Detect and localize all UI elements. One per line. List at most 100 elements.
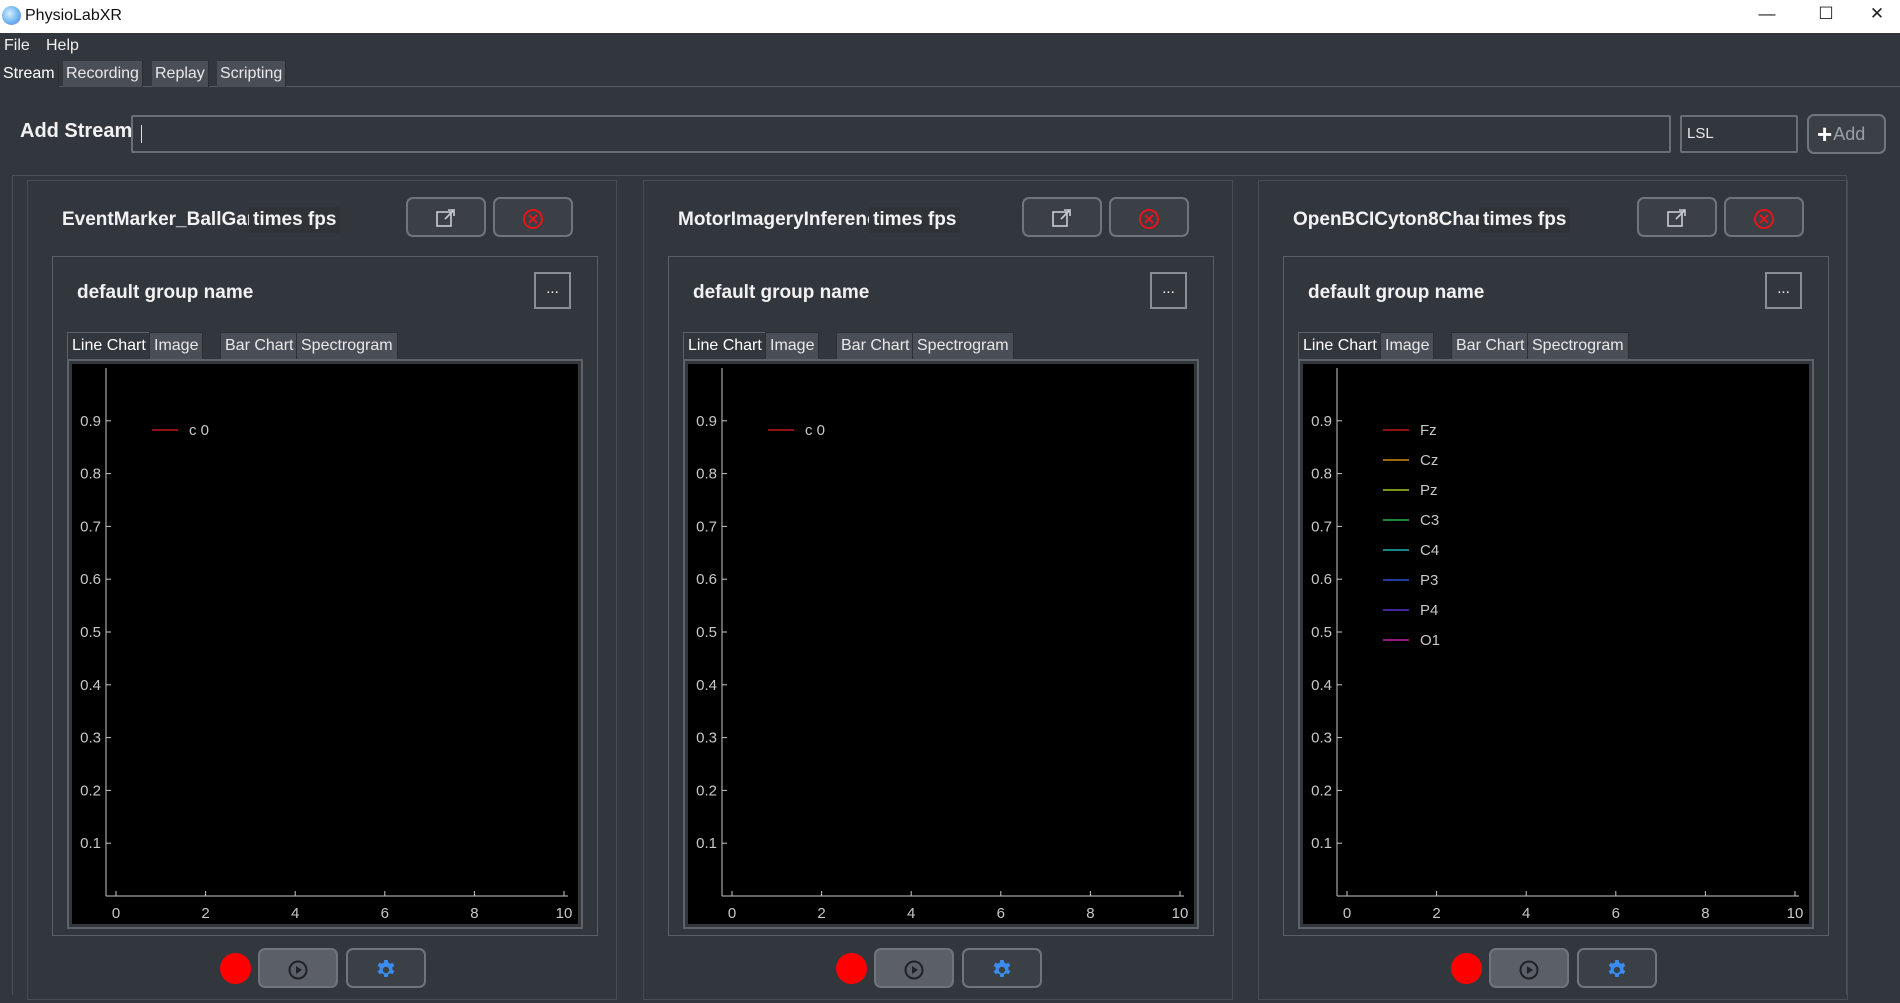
play-circle-icon — [904, 960, 924, 980]
x-tick-label: 4 — [1522, 905, 1530, 922]
group-name: default group name — [77, 282, 254, 303]
remove-stream-button[interactable] — [1109, 197, 1189, 237]
x-tick-label: 4 — [291, 905, 299, 922]
x-tick-label: 10 — [556, 905, 573, 922]
plot-tab-line-chart[interactable]: Line Chart — [683, 332, 767, 360]
add-stream-label: Add Stream — [20, 120, 133, 142]
external-link-icon — [1052, 209, 1071, 227]
y-tick-label: 0.8 — [1311, 466, 1332, 483]
menu-file[interactable]: File — [4, 37, 30, 55]
line-chart[interactable]: 0.1 0.2 0.3 0.4 0.5 0.6 0.7 0.8 0.9 0 2 4 6 8 10 c 0 — [72, 364, 578, 924]
tab-scripting[interactable]: Scripting — [217, 61, 287, 87]
menu-help[interactable]: Help — [46, 37, 79, 55]
play-button[interactable] — [258, 948, 338, 988]
stream-name-input[interactable] — [131, 115, 1671, 153]
x-tick-label: 4 — [907, 905, 915, 922]
legend-label: O1 — [1420, 632, 1440, 649]
group-name: default group name — [1308, 282, 1485, 303]
play-button[interactable] — [1489, 948, 1569, 988]
x-tick-label: 8 — [1086, 905, 1094, 922]
plot-tab-bar-chart[interactable]: Bar Chart — [836, 332, 915, 360]
popout-button[interactable] — [406, 197, 486, 237]
group-options-button[interactable]: ... — [1765, 272, 1802, 309]
plot-tab-image[interactable]: Image — [1380, 332, 1435, 360]
tab-recording[interactable]: Recording — [63, 61, 143, 87]
plot-tab-spectrogram[interactable]: Spectrogram — [1527, 332, 1629, 360]
y-tick-label: 0.5 — [80, 624, 101, 641]
minimize-button[interactable]: — — [1744, 0, 1790, 30]
stream-fps-label: times fps — [869, 207, 961, 233]
plot-tab-line-chart[interactable]: Line Chart — [67, 332, 151, 360]
remove-stream-button[interactable] — [493, 197, 573, 237]
y-tick-label: 0.6 — [80, 571, 101, 588]
title-bar: PhysioLabXR — ☐ ✕ — [0, 0, 1900, 33]
stream-fps-label: times fps — [1479, 207, 1571, 233]
y-tick-label: 0.6 — [696, 571, 717, 588]
tab-replay[interactable]: Replay — [152, 61, 209, 87]
plot-area[interactable]: 0.1 0.2 0.3 0.4 0.5 0.6 0.7 0.8 0.9 0 2 4 6 8 10 c 0 — [683, 359, 1199, 929]
record-button[interactable] — [836, 953, 867, 984]
maximize-button[interactable]: ☐ — [1803, 0, 1849, 30]
group-options-button[interactable]: ... — [1150, 272, 1187, 309]
plot-tab-image[interactable]: Image — [765, 332, 820, 360]
protocol-select[interactable]: LSL — [1680, 115, 1798, 153]
app-logo-icon — [2, 6, 21, 25]
stream-fps-label: times fps — [249, 207, 341, 233]
popout-button[interactable] — [1637, 197, 1717, 237]
tab-stream[interactable]: Stream — [0, 61, 59, 87]
x-tick-label: 0 — [1343, 905, 1351, 922]
add-button-label: Add — [1833, 124, 1866, 144]
play-button[interactable] — [874, 948, 954, 988]
record-button[interactable] — [1451, 953, 1482, 984]
line-chart[interactable]: 0.1 0.2 0.3 0.4 0.5 0.6 0.7 0.8 0.9 0 2 4 6 8 10 Fz Cz Pz… — [1303, 364, 1809, 924]
plot-area[interactable]: 0.1 0.2 0.3 0.4 0.5 0.6 0.7 0.8 0.9 0 2 4 6 8 10 c 0 — [67, 359, 583, 929]
record-button[interactable] — [220, 953, 251, 984]
group-options-button[interactable]: ... — [534, 272, 571, 309]
y-tick-label: 0.1 — [696, 835, 717, 852]
add-stream-button[interactable]: +Add — [1807, 114, 1886, 154]
close-circle-icon — [1139, 209, 1159, 229]
x-tick-label: 6 — [381, 905, 389, 922]
close-circle-icon — [523, 209, 543, 229]
legend-label: P3 — [1420, 572, 1438, 589]
y-tick-label: 0.9 — [1311, 413, 1332, 430]
group-box: default group name ... Line Chart Image … — [668, 256, 1214, 936]
legend-label: P4 — [1420, 602, 1438, 619]
gear-icon — [1608, 960, 1626, 977]
external-link-icon — [436, 209, 455, 227]
plot-area[interactable]: 0.1 0.2 0.3 0.4 0.5 0.6 0.7 0.8 0.9 0 2 4 6 8 10 Fz Cz Pz… — [1298, 359, 1814, 929]
y-tick-label: 0.2 — [80, 782, 101, 799]
plot-tab-spectrogram[interactable]: Spectrogram — [912, 332, 1014, 360]
x-tick-label: 10 — [1172, 905, 1189, 922]
y-tick-label: 0.4 — [696, 677, 717, 694]
legend-label: c 0 — [805, 422, 825, 439]
y-tick-label: 0.3 — [696, 730, 717, 747]
close-window-button[interactable]: ✕ — [1854, 0, 1900, 30]
plot-tab-spectrogram[interactable]: Spectrogram — [296, 332, 398, 360]
popout-button[interactable] — [1022, 197, 1102, 237]
x-tick-label: 6 — [1612, 905, 1620, 922]
legend-label: Pz — [1420, 482, 1438, 499]
plus-icon: + — [1817, 119, 1833, 149]
y-tick-label: 0.2 — [1311, 782, 1332, 799]
line-chart[interactable]: 0.1 0.2 0.3 0.4 0.5 0.6 0.7 0.8 0.9 0 2 4 6 8 10 c 0 — [688, 364, 1194, 924]
plot-tab-bar-chart[interactable]: Bar Chart — [220, 332, 299, 360]
plot-tab-image[interactable]: Image — [149, 332, 204, 360]
stream-widget: MotorImageryInference times fps default … — [643, 180, 1233, 1000]
settings-button[interactable] — [962, 948, 1042, 988]
group-box: default group name ... Line Chart Image … — [1283, 256, 1829, 936]
close-circle-icon — [1754, 209, 1774, 229]
settings-button[interactable] — [1577, 948, 1657, 988]
y-tick-label: 0.9 — [696, 413, 717, 430]
x-tick-label: 2 — [1432, 905, 1440, 922]
settings-button[interactable] — [346, 948, 426, 988]
y-tick-label: 0.3 — [80, 730, 101, 747]
x-tick-label: 2 — [817, 905, 825, 922]
gear-icon — [377, 960, 395, 977]
plot-tab-bar-chart[interactable]: Bar Chart — [1451, 332, 1530, 360]
stream-name: MotorImageryInference — [678, 209, 889, 230]
plot-background — [72, 364, 578, 924]
plot-tab-line-chart[interactable]: Line Chart — [1298, 332, 1382, 360]
play-circle-icon — [288, 960, 308, 980]
remove-stream-button[interactable] — [1724, 197, 1804, 237]
